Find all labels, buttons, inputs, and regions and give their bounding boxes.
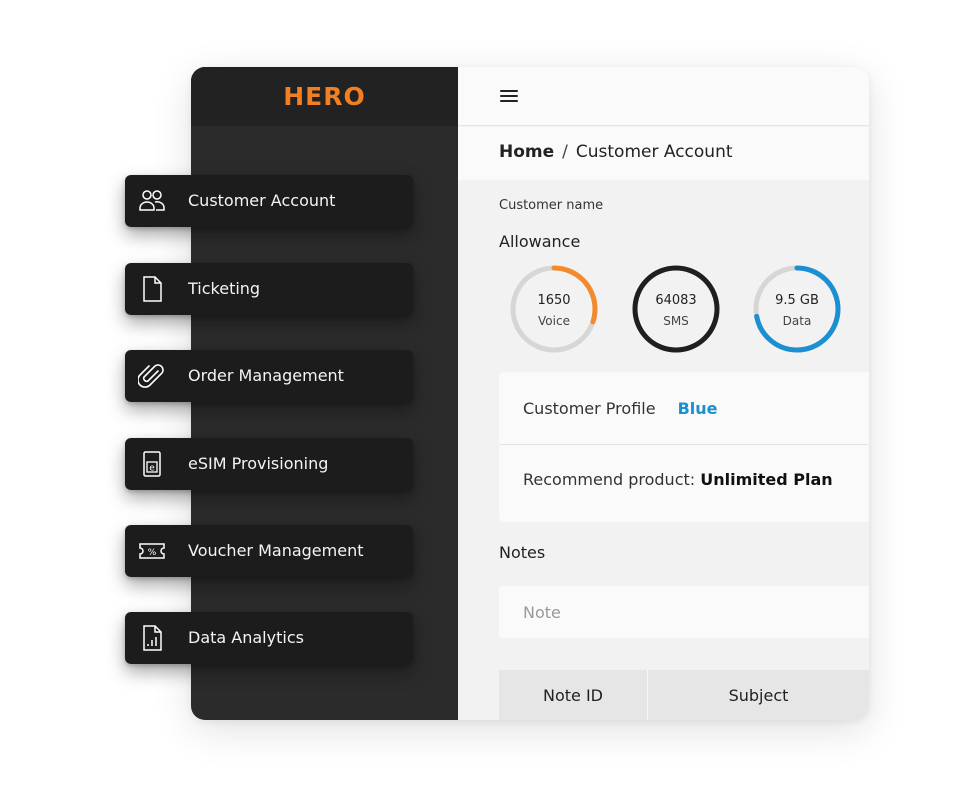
users-icon (139, 190, 165, 211)
column-header-note-id[interactable]: Note ID (499, 670, 648, 720)
nav-item-esim-provisioning[interactable]: e eSIM Provisioning (125, 438, 413, 490)
hamburger-menu-icon[interactable] (500, 89, 518, 103)
document-icon (143, 276, 162, 302)
breadcrumb: Home / Customer Account (499, 142, 733, 162)
nav-label: Order Management (188, 366, 344, 385)
nav-item-ticketing[interactable]: Ticketing (125, 263, 413, 315)
recommend-product-label: Recommend product: (523, 470, 696, 489)
svg-text:e: e (149, 464, 155, 474)
top-bar (458, 67, 869, 126)
profile-divider (499, 444, 869, 445)
nav-label: Ticketing (188, 279, 261, 298)
breadcrumb-bar: Home / Customer Account (458, 127, 869, 180)
recommend-product-value: Unlimited Plan (700, 470, 833, 489)
customer-name-label: Customer name (499, 198, 604, 213)
data-value: 9.5 GB (775, 293, 819, 308)
nav-item-data-analytics[interactable]: Data Analytics (125, 612, 413, 664)
breadcrumb-separator: / (562, 142, 568, 162)
note-input[interactable] (499, 586, 869, 638)
nav-label: eSIM Provisioning (188, 454, 329, 473)
paperclip-icon (138, 364, 164, 388)
allowance-ring-sms: 64083 SMS (630, 263, 722, 355)
nav-item-order-management[interactable]: Order Management (125, 350, 413, 402)
nav-item-voucher-management[interactable]: % Voucher Management (125, 525, 413, 577)
sms-value: 64083 (655, 293, 697, 308)
allowance-ring-voice: 1650 Voice (508, 263, 600, 355)
customer-profile-row: Customer Profile Blue (523, 399, 717, 418)
notes-table-header: Note ID Subject (499, 670, 869, 720)
data-label: Data (782, 314, 812, 328)
nav-label: Data Analytics (188, 628, 304, 647)
recommend-product-row: Recommend product: Unlimited Plan (523, 470, 833, 489)
customer-profile-card: Customer Profile Blue Recommend product: … (499, 372, 869, 522)
svg-text:%: % (148, 548, 157, 558)
analytics-icon (143, 625, 162, 651)
hero-logo: HERO (283, 82, 366, 111)
data-ring-chart (753, 265, 841, 353)
voice-value: 1650 (537, 293, 571, 308)
sidebar-header: HERO (191, 67, 458, 126)
column-header-subject[interactable]: Subject (648, 670, 869, 720)
nav-label: Voucher Management (188, 541, 364, 560)
breadcrumb-current: Customer Account (575, 142, 733, 162)
customer-profile-label: Customer Profile (523, 399, 656, 418)
voice-ring-chart (510, 265, 598, 353)
allowance-title: Allowance (499, 232, 581, 251)
allowance-ring-data: 9.5 GB Data (751, 263, 843, 355)
sms-ring-chart (632, 265, 720, 353)
customer-profile-value: Blue (677, 399, 718, 418)
main-panel: Home / Customer Account Customer name Allo… (458, 67, 869, 720)
notes-title: Notes (499, 543, 546, 562)
voucher-icon: % (139, 543, 165, 559)
nav-item-customer-account[interactable]: Customer Account (125, 175, 413, 227)
nav-label: Customer Account (188, 191, 336, 210)
sms-label: SMS (663, 314, 689, 328)
breadcrumb-home-link[interactable]: Home (499, 142, 554, 162)
esim-icon: e (143, 451, 161, 477)
voice-label: Voice (538, 314, 570, 328)
